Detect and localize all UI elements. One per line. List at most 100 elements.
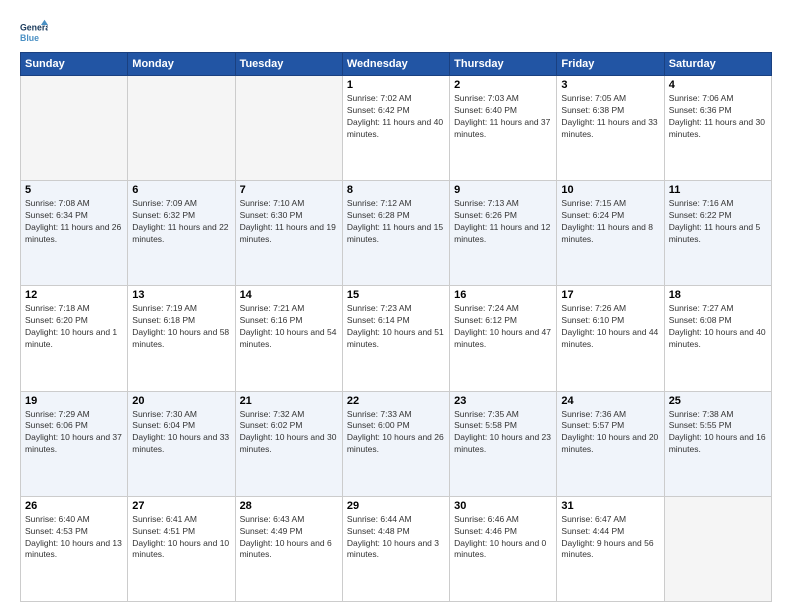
day-info: Sunrise: 7:13 AMSunset: 6:26 PMDaylight:…: [454, 198, 552, 246]
day-number: 14: [240, 289, 338, 301]
day-number: 1: [347, 79, 445, 91]
day-number: 31: [561, 500, 659, 512]
calendar-cell: [235, 76, 342, 181]
calendar-cell: 2 Sunrise: 7:03 AMSunset: 6:40 PMDayligh…: [450, 76, 557, 181]
day-number: 20: [132, 395, 230, 407]
calendar-cell: 16 Sunrise: 7:24 AMSunset: 6:12 PMDaylig…: [450, 286, 557, 391]
day-number: 26: [25, 500, 123, 512]
day-number: 27: [132, 500, 230, 512]
calendar-cell: 6 Sunrise: 7:09 AMSunset: 6:32 PMDayligh…: [128, 181, 235, 286]
day-info: Sunrise: 6:41 AMSunset: 4:51 PMDaylight:…: [132, 514, 230, 562]
day-info: Sunrise: 7:16 AMSunset: 6:22 PMDaylight:…: [669, 198, 767, 246]
calendar-week-row: 26 Sunrise: 6:40 AMSunset: 4:53 PMDaylig…: [21, 496, 772, 601]
day-info: Sunrise: 7:03 AMSunset: 6:40 PMDaylight:…: [454, 93, 552, 141]
calendar-cell: 18 Sunrise: 7:27 AMSunset: 6:08 PMDaylig…: [664, 286, 771, 391]
calendar-cell: 31 Sunrise: 6:47 AMSunset: 4:44 PMDaylig…: [557, 496, 664, 601]
calendar-cell: 27 Sunrise: 6:41 AMSunset: 4:51 PMDaylig…: [128, 496, 235, 601]
day-number: 5: [25, 184, 123, 196]
day-number: 11: [669, 184, 767, 196]
calendar-cell: 15 Sunrise: 7:23 AMSunset: 6:14 PMDaylig…: [342, 286, 449, 391]
day-number: 29: [347, 500, 445, 512]
day-info: Sunrise: 7:32 AMSunset: 6:02 PMDaylight:…: [240, 409, 338, 457]
day-info: Sunrise: 7:36 AMSunset: 5:57 PMDaylight:…: [561, 409, 659, 457]
day-number: 10: [561, 184, 659, 196]
calendar-cell: 21 Sunrise: 7:32 AMSunset: 6:02 PMDaylig…: [235, 391, 342, 496]
day-info: Sunrise: 7:29 AMSunset: 6:06 PMDaylight:…: [25, 409, 123, 457]
day-info: Sunrise: 7:12 AMSunset: 6:28 PMDaylight:…: [347, 198, 445, 246]
header: General Blue: [20, 18, 772, 46]
calendar-week-row: 19 Sunrise: 7:29 AMSunset: 6:06 PMDaylig…: [21, 391, 772, 496]
day-info: Sunrise: 6:44 AMSunset: 4:48 PMDaylight:…: [347, 514, 445, 562]
calendar-table: SundayMondayTuesdayWednesdayThursdayFrid…: [20, 52, 772, 602]
day-info: Sunrise: 6:40 AMSunset: 4:53 PMDaylight:…: [25, 514, 123, 562]
day-number: 28: [240, 500, 338, 512]
calendar-cell: 23 Sunrise: 7:35 AMSunset: 5:58 PMDaylig…: [450, 391, 557, 496]
page: General Blue SundayMondayTuesdayWednesda…: [0, 0, 792, 612]
day-number: 12: [25, 289, 123, 301]
day-info: Sunrise: 7:15 AMSunset: 6:24 PMDaylight:…: [561, 198, 659, 246]
calendar-cell: 1 Sunrise: 7:02 AMSunset: 6:42 PMDayligh…: [342, 76, 449, 181]
day-info: Sunrise: 7:24 AMSunset: 6:12 PMDaylight:…: [454, 303, 552, 351]
weekday-header-thursday: Thursday: [450, 53, 557, 76]
day-info: Sunrise: 7:23 AMSunset: 6:14 PMDaylight:…: [347, 303, 445, 351]
calendar-cell: 4 Sunrise: 7:06 AMSunset: 6:36 PMDayligh…: [664, 76, 771, 181]
day-info: Sunrise: 7:06 AMSunset: 6:36 PMDaylight:…: [669, 93, 767, 141]
weekday-header-friday: Friday: [557, 53, 664, 76]
calendar-cell: 25 Sunrise: 7:38 AMSunset: 5:55 PMDaylig…: [664, 391, 771, 496]
weekday-header-saturday: Saturday: [664, 53, 771, 76]
calendar-cell: 9 Sunrise: 7:13 AMSunset: 6:26 PMDayligh…: [450, 181, 557, 286]
calendar-cell: 10 Sunrise: 7:15 AMSunset: 6:24 PMDaylig…: [557, 181, 664, 286]
calendar-cell: 17 Sunrise: 7:26 AMSunset: 6:10 PMDaylig…: [557, 286, 664, 391]
calendar-cell: 29 Sunrise: 6:44 AMSunset: 4:48 PMDaylig…: [342, 496, 449, 601]
calendar-cell: 13 Sunrise: 7:19 AMSunset: 6:18 PMDaylig…: [128, 286, 235, 391]
calendar-cell: [664, 496, 771, 601]
day-info: Sunrise: 6:47 AMSunset: 4:44 PMDaylight:…: [561, 514, 659, 562]
svg-text:Blue: Blue: [20, 33, 39, 43]
weekday-header-sunday: Sunday: [21, 53, 128, 76]
calendar-cell: 5 Sunrise: 7:08 AMSunset: 6:34 PMDayligh…: [21, 181, 128, 286]
day-number: 18: [669, 289, 767, 301]
calendar-cell: 22 Sunrise: 7:33 AMSunset: 6:00 PMDaylig…: [342, 391, 449, 496]
weekday-header-tuesday: Tuesday: [235, 53, 342, 76]
calendar-cell: 14 Sunrise: 7:21 AMSunset: 6:16 PMDaylig…: [235, 286, 342, 391]
weekday-header-row: SundayMondayTuesdayWednesdayThursdayFrid…: [21, 53, 772, 76]
day-info: Sunrise: 7:27 AMSunset: 6:08 PMDaylight:…: [669, 303, 767, 351]
day-info: Sunrise: 6:43 AMSunset: 4:49 PMDaylight:…: [240, 514, 338, 562]
calendar-week-row: 1 Sunrise: 7:02 AMSunset: 6:42 PMDayligh…: [21, 76, 772, 181]
calendar-cell: [21, 76, 128, 181]
day-number: 13: [132, 289, 230, 301]
day-number: 6: [132, 184, 230, 196]
day-number: 21: [240, 395, 338, 407]
logo: General Blue: [20, 18, 52, 46]
day-info: Sunrise: 7:02 AMSunset: 6:42 PMDaylight:…: [347, 93, 445, 141]
day-info: Sunrise: 6:46 AMSunset: 4:46 PMDaylight:…: [454, 514, 552, 562]
calendar-cell: 28 Sunrise: 6:43 AMSunset: 4:49 PMDaylig…: [235, 496, 342, 601]
day-number: 25: [669, 395, 767, 407]
calendar-cell: 20 Sunrise: 7:30 AMSunset: 6:04 PMDaylig…: [128, 391, 235, 496]
calendar-week-row: 12 Sunrise: 7:18 AMSunset: 6:20 PMDaylig…: [21, 286, 772, 391]
day-number: 23: [454, 395, 552, 407]
day-info: Sunrise: 7:35 AMSunset: 5:58 PMDaylight:…: [454, 409, 552, 457]
day-number: 19: [25, 395, 123, 407]
day-info: Sunrise: 7:26 AMSunset: 6:10 PMDaylight:…: [561, 303, 659, 351]
day-number: 2: [454, 79, 552, 91]
day-info: Sunrise: 7:18 AMSunset: 6:20 PMDaylight:…: [25, 303, 123, 351]
calendar-cell: 7 Sunrise: 7:10 AMSunset: 6:30 PMDayligh…: [235, 181, 342, 286]
logo-icon: General Blue: [20, 18, 48, 46]
calendar-cell: 8 Sunrise: 7:12 AMSunset: 6:28 PMDayligh…: [342, 181, 449, 286]
calendar-cell: 26 Sunrise: 6:40 AMSunset: 4:53 PMDaylig…: [21, 496, 128, 601]
day-number: 15: [347, 289, 445, 301]
day-info: Sunrise: 7:08 AMSunset: 6:34 PMDaylight:…: [25, 198, 123, 246]
calendar-cell: [128, 76, 235, 181]
day-number: 30: [454, 500, 552, 512]
weekday-header-wednesday: Wednesday: [342, 53, 449, 76]
day-info: Sunrise: 7:09 AMSunset: 6:32 PMDaylight:…: [132, 198, 230, 246]
day-number: 7: [240, 184, 338, 196]
day-number: 16: [454, 289, 552, 301]
day-number: 17: [561, 289, 659, 301]
calendar-cell: 30 Sunrise: 6:46 AMSunset: 4:46 PMDaylig…: [450, 496, 557, 601]
day-info: Sunrise: 7:19 AMSunset: 6:18 PMDaylight:…: [132, 303, 230, 351]
day-info: Sunrise: 7:38 AMSunset: 5:55 PMDaylight:…: [669, 409, 767, 457]
day-info: Sunrise: 7:05 AMSunset: 6:38 PMDaylight:…: [561, 93, 659, 141]
day-number: 4: [669, 79, 767, 91]
